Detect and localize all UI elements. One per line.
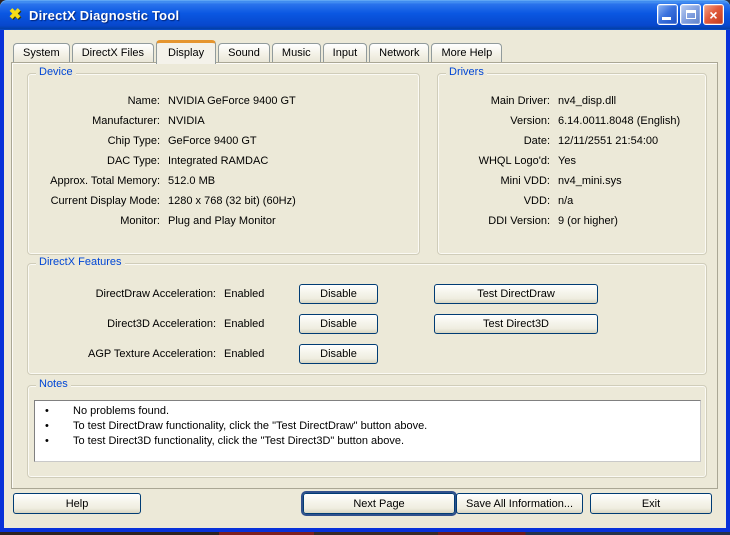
exit-button[interactable]: Exit bbox=[590, 493, 712, 514]
test-direct3d-button[interactable]: Test Direct3D bbox=[434, 314, 598, 334]
field-value: 512.0 MB bbox=[168, 175, 215, 187]
direct3d-status: Enabled bbox=[224, 314, 264, 334]
directx-icon: ✖ bbox=[7, 7, 23, 23]
tab-directx-files[interactable]: DirectX Files bbox=[72, 43, 154, 63]
field-label: WHQL Logo'd: bbox=[446, 151, 550, 171]
note-line: • To test DirectDraw functionality, click… bbox=[35, 419, 700, 434]
tab-music[interactable]: Music bbox=[272, 43, 321, 63]
maximize-icon bbox=[686, 10, 696, 19]
dxdiag-window: ✖ DirectX Diagnostic Tool × System Direc… bbox=[0, 0, 730, 532]
window-body: System DirectX Files Display Sound Music… bbox=[0, 30, 730, 532]
save-all-information-button[interactable]: Save All Information... bbox=[456, 493, 583, 514]
directdraw-status: Enabled bbox=[224, 284, 264, 304]
field-value: 6.14.0011.8048 (English) bbox=[558, 115, 680, 127]
notes-textbox[interactable]: • No problems found. • To test DirectDraw … bbox=[34, 400, 701, 462]
field-value: GeForce 9400 GT bbox=[168, 135, 257, 147]
notes-groupbox: Notes •No problems found. •To test Direc… bbox=[27, 385, 707, 478]
close-button[interactable]: × bbox=[703, 4, 724, 25]
driver-date-row: Date: 12/11/2551 21:54:00 bbox=[446, 131, 702, 151]
next-page-button[interactable]: Next Page bbox=[303, 493, 455, 514]
field-label: Chip Type: bbox=[36, 131, 160, 151]
display-tab-page: Device Name: NVIDIA GeForce 9400 GT Manuf… bbox=[11, 62, 718, 489]
bullet-icon: • bbox=[45, 404, 49, 419]
device-display-mode-row: Current Display Mode: 1280 x 768 (32 bit)… bbox=[36, 191, 415, 211]
driver-ddi-row: DDI Version: 9 (or higher) bbox=[446, 211, 702, 231]
driver-minivdd-row: Mini VDD: nv4_mini.sys bbox=[446, 171, 702, 191]
titlebar[interactable]: ✖ DirectX Diagnostic Tool × bbox=[0, 0, 730, 30]
note-text: To test DirectDraw functionality, click … bbox=[73, 419, 427, 434]
field-value: Yes bbox=[558, 155, 576, 167]
device-memory-row: Approx. Total Memory: 512.0 MB bbox=[36, 171, 415, 191]
tab-display[interactable]: Display bbox=[156, 40, 216, 64]
field-value: nv4_disp.dll bbox=[558, 95, 616, 107]
tab-network[interactable]: Network bbox=[369, 43, 429, 63]
field-label: VDD: bbox=[446, 191, 550, 211]
device-name-row: Name: NVIDIA GeForce 9400 GT bbox=[36, 91, 415, 111]
feature-label: Direct3D Acceleration: bbox=[36, 314, 216, 334]
field-value: Plug and Play Monitor bbox=[168, 215, 276, 227]
field-label: Name: bbox=[36, 91, 160, 111]
help-button[interactable]: Help bbox=[13, 493, 141, 514]
device-dac-type-row: DAC Type: Integrated RAMDAC bbox=[36, 151, 415, 171]
field-label: Monitor: bbox=[36, 211, 160, 231]
maximize-button[interactable] bbox=[680, 4, 701, 25]
field-value: n/a bbox=[558, 195, 573, 207]
field-label: Approx. Total Memory: bbox=[36, 171, 160, 191]
field-label: Mini VDD: bbox=[446, 171, 550, 191]
field-value: nv4_mini.sys bbox=[558, 175, 622, 187]
note-text: To test Direct3D functionality, click th… bbox=[73, 434, 404, 449]
field-label: DAC Type: bbox=[36, 151, 160, 171]
bullet-icon: • bbox=[45, 434, 49, 449]
driver-version-row: Version: 6.14.0011.8048 (English) bbox=[446, 111, 702, 131]
field-value: 9 (or higher) bbox=[558, 215, 618, 227]
field-label: Date: bbox=[446, 131, 550, 151]
device-manufacturer-row: Manufacturer: NVIDIA bbox=[36, 111, 415, 131]
note-line: • To test Direct3D functionality, click t… bbox=[35, 434, 700, 449]
field-label: Main Driver: bbox=[446, 91, 550, 111]
features-group-title: DirectX Features bbox=[36, 256, 125, 268]
direct3d-row: Direct3D Acceleration: Enabled Disable T… bbox=[28, 314, 706, 334]
tab-input[interactable]: Input bbox=[323, 43, 367, 63]
direct3d-disable-button[interactable]: Disable bbox=[299, 314, 378, 334]
driver-vdd-row: VDD: n/a bbox=[446, 191, 702, 211]
field-value: 1280 x 768 (32 bit) (60Hz) bbox=[168, 195, 296, 207]
driver-main-row: Main Driver: nv4_disp.dll bbox=[446, 91, 702, 111]
minimize-icon bbox=[662, 17, 671, 20]
agp-texture-row: AGP Texture Acceleration: Enabled Disabl… bbox=[28, 344, 706, 364]
close-icon: × bbox=[704, 6, 723, 25]
device-monitor-row: Monitor: Plug and Play Monitor bbox=[36, 211, 415, 231]
field-label: Version: bbox=[446, 111, 550, 131]
notes-group-title: Notes bbox=[36, 378, 71, 390]
directx-features-groupbox: DirectX Features DirectDraw Acceleration… bbox=[27, 263, 707, 375]
tab-strip: System DirectX Files Display Sound Music… bbox=[13, 39, 504, 63]
feature-label: DirectDraw Acceleration: bbox=[36, 284, 216, 304]
note-text: No problems found. bbox=[73, 404, 169, 419]
window-title: DirectX Diagnostic Tool bbox=[29, 8, 179, 23]
field-value: Integrated RAMDAC bbox=[168, 155, 268, 167]
tab-more-help[interactable]: More Help bbox=[431, 43, 502, 63]
note-line: • No problems found. bbox=[35, 404, 700, 419]
field-label: DDI Version: bbox=[446, 211, 550, 231]
device-groupbox: Device Name:NVIDIA GeForce 9400 GT Manuf… bbox=[27, 73, 420, 255]
device-group-title: Device bbox=[36, 66, 76, 78]
field-label: Manufacturer: bbox=[36, 111, 160, 131]
bullet-icon: • bbox=[45, 419, 49, 434]
test-directdraw-button[interactable]: Test DirectDraw bbox=[434, 284, 598, 304]
directdraw-disable-button[interactable]: Disable bbox=[299, 284, 378, 304]
field-value: NVIDIA bbox=[168, 115, 205, 127]
agp-disable-button[interactable]: Disable bbox=[299, 344, 378, 364]
field-value: NVIDIA GeForce 9400 GT bbox=[168, 95, 296, 107]
field-value: 12/11/2551 21:54:00 bbox=[558, 135, 658, 147]
tab-system[interactable]: System bbox=[13, 43, 70, 63]
agp-status: Enabled bbox=[224, 344, 264, 364]
drivers-group-title: Drivers bbox=[446, 66, 487, 78]
drivers-groupbox: Drivers Main Driver:nv4_disp.dll Version… bbox=[437, 73, 707, 255]
directdraw-row: DirectDraw Acceleration: Enabled Disable… bbox=[28, 284, 706, 304]
device-chip-type-row: Chip Type: GeForce 9400 GT bbox=[36, 131, 415, 151]
driver-whql-row: WHQL Logo'd: Yes bbox=[446, 151, 702, 171]
feature-label: AGP Texture Acceleration: bbox=[36, 344, 216, 364]
minimize-button[interactable] bbox=[657, 4, 678, 25]
tab-sound[interactable]: Sound bbox=[218, 43, 270, 63]
field-label: Current Display Mode: bbox=[36, 191, 160, 211]
